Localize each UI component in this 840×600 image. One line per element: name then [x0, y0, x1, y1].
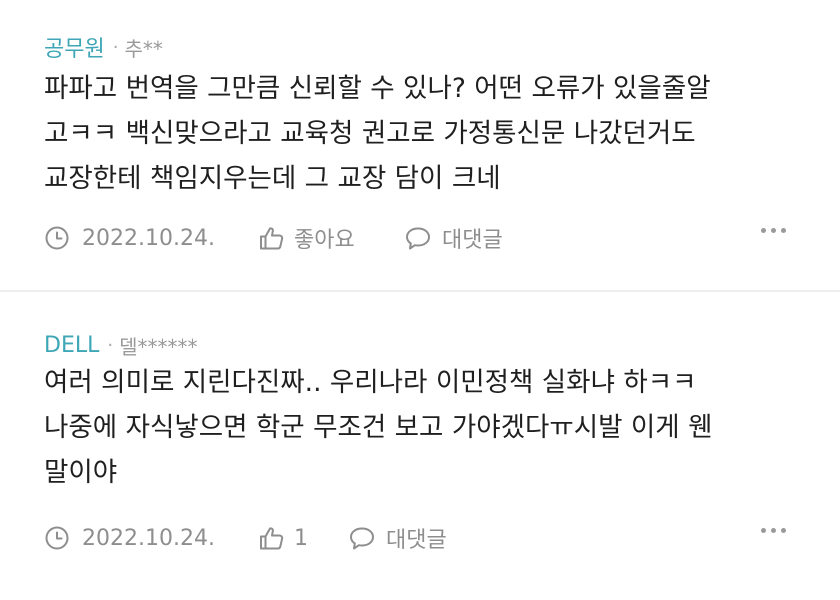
like-count: 1 [294, 525, 308, 551]
reply-button[interactable]: 대댓글 [404, 222, 503, 254]
like-label: 좋아요 [294, 228, 355, 253]
comment-author-id: 추** [124, 36, 163, 61]
more-options-button[interactable] [761, 528, 786, 533]
comment-footer: 2022.10.24. 좋아요 대댓글 [44, 218, 816, 258]
comment-footer: 2022.10.24. 1 대댓글 [44, 518, 816, 558]
comment-body-line: 말이야 [44, 457, 118, 488]
comment-body: 여러 의미로 지린다진짜.. 우리나라 이민정책 실화냐 하ㅋㅋ 나중에 자식낳… [44, 360, 824, 495]
comment-author-id: 델****** [119, 334, 198, 359]
more-dot [761, 528, 766, 533]
clock-icon [45, 526, 69, 550]
comment-date: 2022.10.24. [44, 225, 254, 251]
comment-author-nickname[interactable]: DELL [44, 333, 99, 358]
clock-icon [45, 226, 69, 250]
reply-label: 대댓글 [442, 228, 503, 253]
speech-bubble-icon [350, 527, 374, 550]
more-dot [781, 528, 786, 533]
like-button[interactable]: 1 [258, 525, 348, 551]
reply-label: 대댓글 [386, 528, 447, 553]
meta-separator: · [107, 334, 114, 356]
more-dot [771, 228, 776, 233]
more-options-button[interactable] [761, 228, 786, 233]
more-dot [761, 228, 766, 233]
comment-body-line: 여러 의미로 지린다진짜.. 우리나라 이민정책 실화냐 하ㅋㅋ [44, 367, 697, 398]
comment-body: 파파고 번역을 그만큼 신뢰할 수 있나? 어떤 오류가 있을줄알 고ㅋㅋ 백신… [44, 66, 824, 201]
comment-item: 공무원 · 추** 파파고 번역을 그만큼 신뢰할 수 있나? 어떤 오류가 있… [0, 0, 840, 290]
comment-author-nickname[interactable]: 공무원 [44, 31, 105, 63]
comment-date-text: 2022.10.24. [82, 525, 215, 551]
thumbs-up-icon [260, 527, 284, 550]
like-button[interactable]: 좋아요 [258, 222, 404, 254]
comment-item: DELL · 델****** 여러 의미로 지린다진짜.. 우리나라 이민정책 … [0, 292, 840, 600]
comment-body-line: 파파고 번역을 그만큼 신뢰할 수 있나? 어떤 오류가 있을줄알 [44, 73, 711, 104]
comment-body-line: 나중에 자식낳으면 학군 무조건 보고 가야겠다ㅠ시발 이게 웬 [44, 412, 713, 443]
comment-date-text: 2022.10.24. [82, 225, 215, 251]
comment-meta: 공무원 · 추** [44, 31, 163, 63]
comment-body-line: 교장한테 책임지우는데 그 교장 담이 크네 [44, 163, 501, 194]
comment-date: 2022.10.24. [44, 525, 254, 551]
more-dot [781, 228, 786, 233]
comment-meta: DELL · 델****** [44, 330, 198, 360]
more-dot [771, 528, 776, 533]
thumbs-up-icon [260, 227, 284, 250]
speech-bubble-icon [406, 227, 430, 250]
comment-body-line: 고ㅋㅋ 백신맞으라고 교육청 권고로 가정통신문 나갔던거도 [44, 118, 696, 149]
meta-separator: · [112, 36, 119, 58]
reply-button[interactable]: 대댓글 [348, 522, 447, 554]
